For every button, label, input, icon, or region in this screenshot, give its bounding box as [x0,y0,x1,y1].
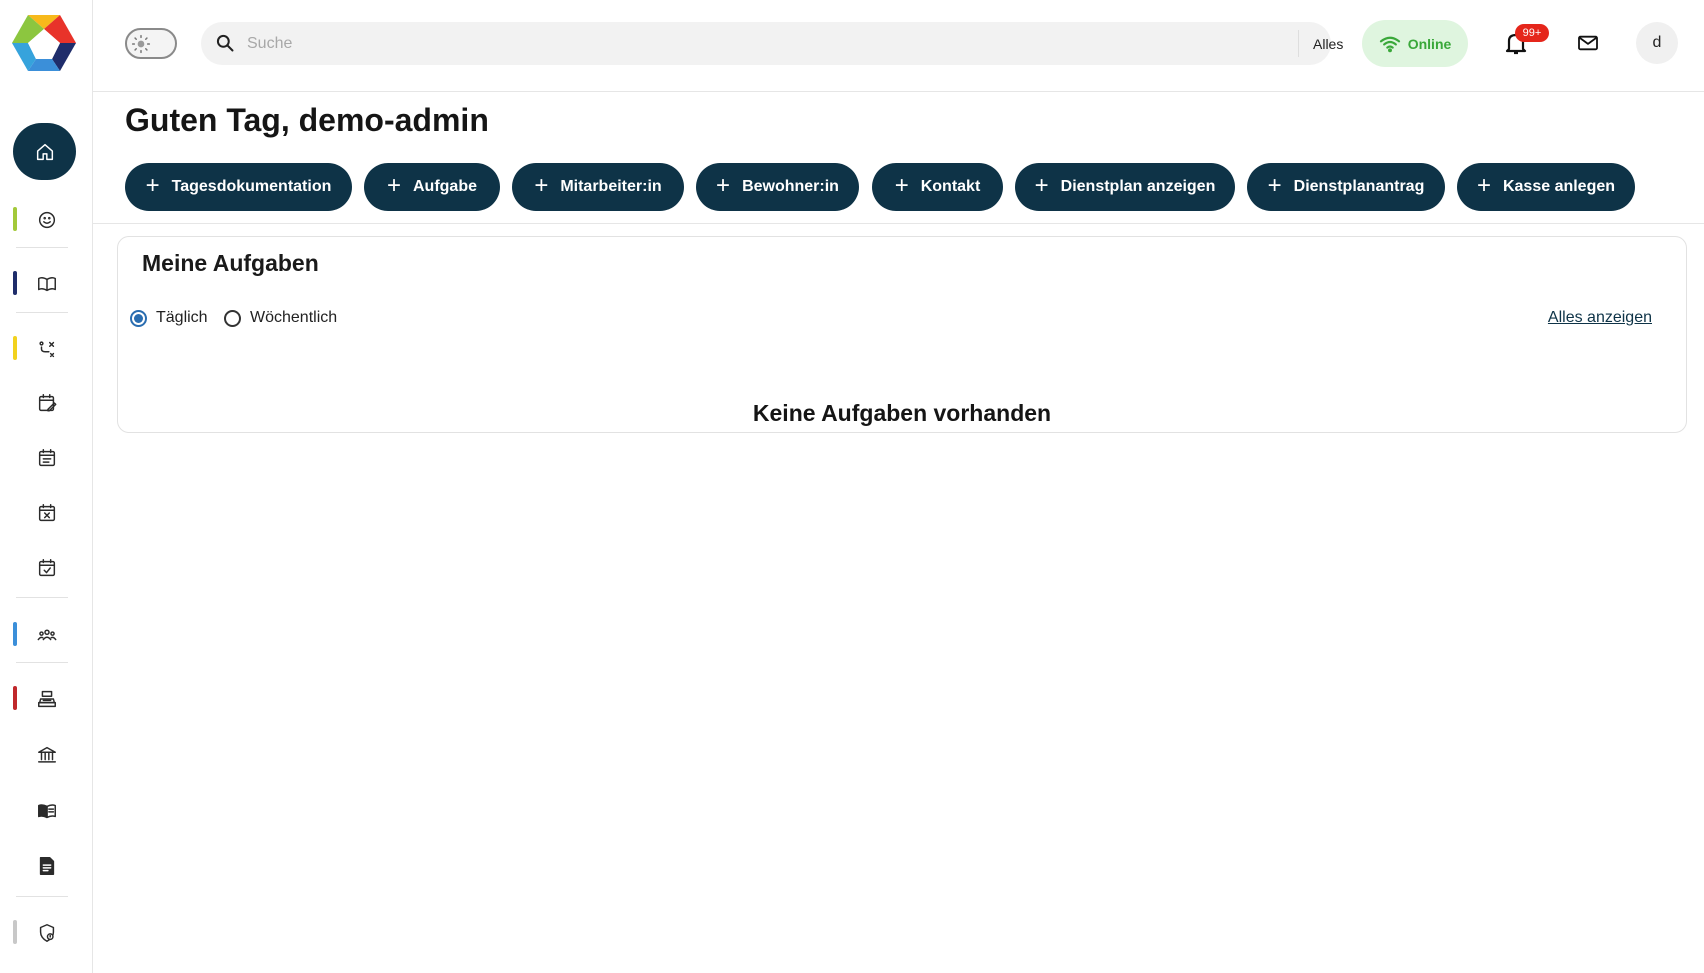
plus-icon: + [894,172,909,199]
my-tasks-title: Meine Aufgaben [142,250,319,276]
my-tasks-card: Meine Aufgaben Täglich Wöchentlich Alles… [117,236,1687,433]
radio-checked-icon [130,309,147,327]
section-divider [93,223,1704,224]
sidebar-item-staff[interactable] [0,612,93,658]
sidebar-item-home[interactable] [13,123,76,180]
sidebar-divider [16,896,68,897]
messages-button[interactable] [1567,22,1609,64]
sidebar-item-cashbox[interactable] [0,676,93,722]
calendar-check-icon [38,559,55,577]
theme-toggle[interactable] [125,28,177,59]
shield-lock-icon [39,924,54,942]
show-roster-button[interactable]: + Dienstplan anzeigen [1015,163,1235,211]
quick-action-label: Dienstplanantrag [1293,178,1425,195]
add-contact-button[interactable]: + Kontakt [872,163,1003,211]
plus-icon: + [1034,172,1049,199]
plus-icon: + [1267,172,1282,199]
filter-daily-label: Täglich [156,309,208,326]
plus-icon: + [534,172,549,199]
filter-weekly-radio[interactable]: Wöchentlich [224,309,337,327]
quick-action-label: Aufgabe [413,178,477,195]
empty-state-message: Keine Aufgaben vorhanden [752,400,1052,426]
wifi-icon [1379,36,1400,52]
sidebar-item-approvals[interactable] [0,545,93,591]
sidebar-divider [16,312,68,313]
accent-bar [13,686,17,710]
user-avatar[interactable]: d [1636,22,1678,64]
filter-weekly-label: Wöchentlich [250,309,338,326]
accent-bar [13,336,17,360]
sidebar-divider [16,597,68,598]
sidebar-divider [16,662,68,663]
open-book-icon [37,277,56,292]
connection-status[interactable]: Online [1362,20,1468,67]
plus-icon: + [386,172,401,199]
top-bar: Alles Online 99+ d [93,0,1704,92]
add-employee-button[interactable]: + Mitarbeiter:in [512,163,684,211]
manual-book-icon [37,804,56,819]
plus-icon: + [1476,172,1491,199]
sidebar-item-documents[interactable] [0,843,93,889]
connection-status-label: Online [1407,35,1452,52]
add-roster-request-button[interactable]: + Dienstplanantrag [1247,163,1445,211]
page-title: Guten Tag, demo-admin [125,102,489,138]
quick-action-label: Kontakt [920,178,981,195]
add-cashbox-button[interactable]: + Kasse anlegen [1457,163,1635,211]
quick-action-label: Kasse anlegen [1502,178,1616,195]
mail-icon [1578,35,1598,51]
quick-action-label: Bewohner:in [742,178,839,195]
sidebar-item-schedule-edit[interactable] [0,380,93,426]
quick-action-label: Tagesdokumentation [171,178,332,195]
filter-daily-radio[interactable]: Täglich [130,309,208,327]
radio-unchecked-icon [224,309,241,327]
sidebar-divider [16,247,68,248]
accent-bar [13,271,17,295]
group-icon [37,629,56,641]
bank-icon [37,746,56,763]
add-task-button[interactable]: + Aufgabe [364,163,500,211]
home-icon [36,143,53,160]
quick-action-label: Mitarbeiter:in [560,178,662,195]
search-bar: Alles [201,22,1410,65]
accent-bar [13,622,17,646]
sidebar-item-bank[interactable] [0,732,93,778]
calendar-cross-icon [38,504,55,522]
app-logo[interactable] [12,15,76,71]
sidebar [0,0,93,973]
sidebar-item-manual[interactable] [0,788,93,834]
sidebar-item-absences[interactable] [0,490,93,536]
accent-bar [13,207,17,231]
add-resident-button[interactable]: + Bewohner:in [696,163,859,211]
quick-action-label: Dienstplan anzeigen [1060,178,1216,195]
search-input[interactable] [247,28,1177,59]
add-daily-documentation-button[interactable]: + Tagesdokumentation [125,163,352,211]
cash-register-icon [37,690,56,708]
sidebar-item-care-planning[interactable] [0,326,93,372]
sidebar-item-residents[interactable] [0,197,93,243]
sidebar-item-schedule-list[interactable] [0,435,93,481]
accent-bar [13,920,17,944]
show-all-link[interactable]: Alles anzeigen [1548,309,1652,327]
notification-count-badge: 99+ [1515,24,1549,42]
sun-icon [130,33,152,54]
sidebar-item-documentation[interactable] [0,261,93,307]
search-scope-value: Alles [1313,35,1344,52]
document-icon [39,857,54,875]
smiley-icon [38,211,55,229]
route-icon [38,341,54,358]
search-icon [215,33,235,53]
search-divider [1298,30,1299,57]
notifications-button[interactable]: 99+ [1495,22,1549,64]
sidebar-item-admin[interactable] [0,910,93,956]
calendar-edit-icon [38,394,56,412]
calendar-list-icon [38,449,55,467]
plus-icon: + [716,172,731,199]
plus-icon: + [145,172,160,199]
